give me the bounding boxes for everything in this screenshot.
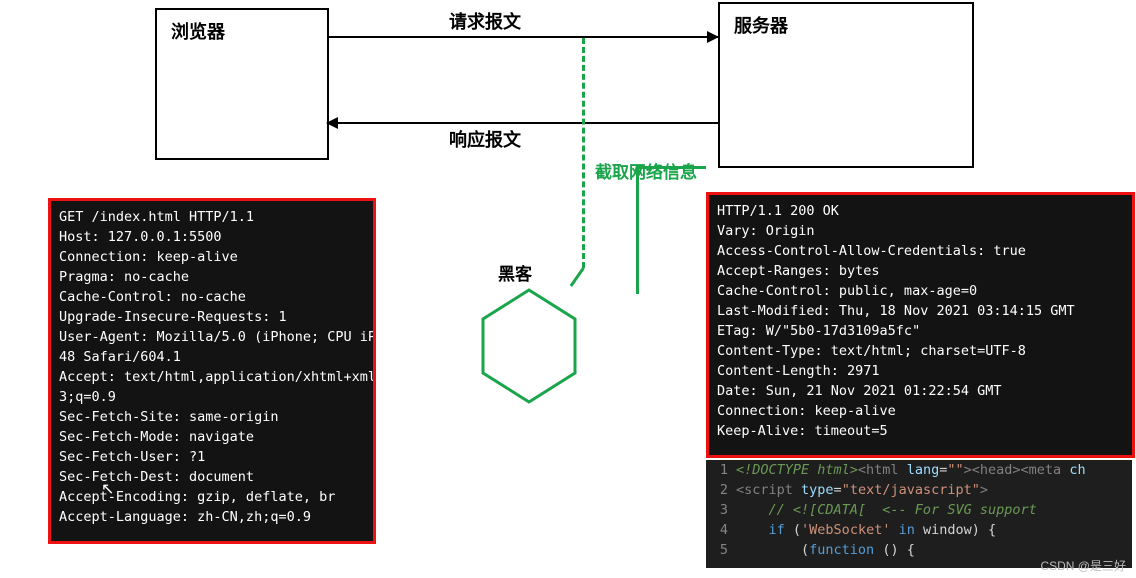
browser-title: 浏览器 [171,18,225,44]
intercept-line-bottom [636,166,639,294]
response-text: HTTP/1.1 200 OK Vary: Origin Access-Cont… [709,195,1132,447]
request-terminal: GET /index.html HTTP/1.1 Host: 127.0.0.1… [48,198,376,544]
request-label: 请求报文 [445,8,525,34]
browser-box: 浏览器 [155,8,329,160]
hacker-label: 黑客 [498,260,532,285]
server-box: 服务器 [718,2,974,168]
request-arrow [327,36,718,38]
watermark: CSDN @是三好 [1040,557,1126,574]
response-arrow [327,122,718,124]
hacker-hexagon [479,288,579,404]
request-text: GET /index.html HTTP/1.1 Host: 127.0.0.1… [51,201,373,533]
hex-connector [570,267,585,287]
diagram-canvas: 浏览器 服务器 请求报文 响应报文 截取网络信息 黑客 GET /index.h… [0,0,1136,578]
response-label: 响应报文 [445,126,525,152]
code-snippet: 1<!DOCTYPE html><html lang=""><head><met… [706,460,1132,568]
response-terminal: HTTP/1.1 200 OK Vary: Origin Access-Cont… [706,192,1135,458]
server-title: 服务器 [734,12,788,38]
intercept-label: 截取网络信息 [595,158,697,183]
intercept-line-top [582,38,585,268]
